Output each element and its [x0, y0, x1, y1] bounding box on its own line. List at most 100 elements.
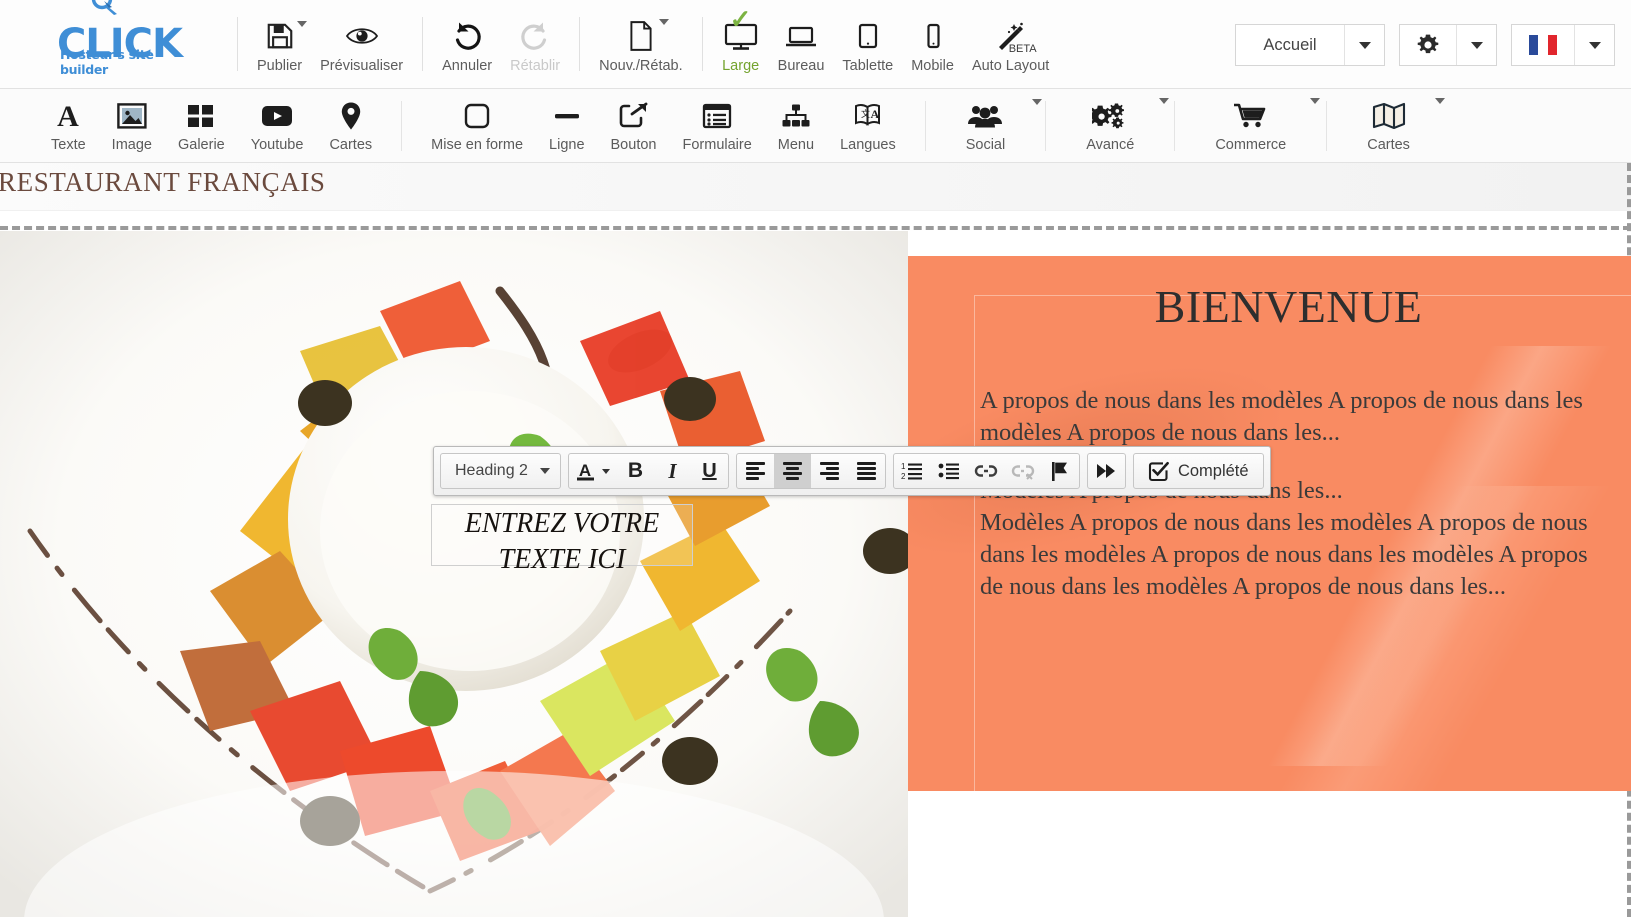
- alignment-group: [735, 453, 886, 489]
- more-options-button[interactable]: [1088, 454, 1125, 488]
- viewport-large-button[interactable]: ✓ Large: [713, 6, 769, 78]
- widget-social[interactable]: Social: [942, 98, 1043, 153]
- chevron-down-icon[interactable]: [1159, 97, 1170, 104]
- section-drop-guide-horizontal: [0, 226, 1631, 230]
- chevron-down-icon[interactable]: [1310, 97, 1321, 104]
- widget-image[interactable]: Image: [99, 99, 165, 153]
- language-control[interactable]: [1511, 24, 1615, 66]
- widget-galerie-label: Galerie: [177, 136, 225, 153]
- logo-tagline: Hosteur's site builder: [60, 47, 154, 77]
- undo-button[interactable]: Annuler: [433, 11, 501, 78]
- redo-arrow-icon: [518, 17, 552, 55]
- flag-fr-icon[interactable]: [1512, 25, 1574, 65]
- align-right-button[interactable]: [811, 454, 848, 488]
- widget-avance-label: Avancé: [1086, 136, 1135, 153]
- image-icon: [117, 99, 147, 133]
- align-center-icon: [782, 462, 802, 480]
- viewport-large-label: Large: [722, 57, 760, 74]
- viewport-mobile-button[interactable]: Mobile: [902, 11, 963, 78]
- settings-dropdown-button[interactable]: [1456, 25, 1496, 65]
- map-pin-icon: [340, 99, 362, 133]
- settings-control[interactable]: [1399, 24, 1497, 66]
- widget-ligne-label: Ligne: [549, 136, 585, 153]
- svg-text:A: A: [870, 107, 879, 121]
- widget-ligne[interactable]: Ligne: [536, 99, 597, 153]
- bullet-list-button[interactable]: [931, 454, 968, 488]
- widget-toolbar-divider: [1174, 100, 1176, 151]
- rounded-square-icon: [463, 99, 491, 133]
- widget-youtube-label: Youtube: [250, 136, 304, 153]
- more-options-group: [1086, 453, 1126, 489]
- viewport-tablet-button[interactable]: Tablette: [833, 11, 902, 78]
- preview-button[interactable]: Prévisualiser: [311, 11, 412, 78]
- tablet-icon: [855, 17, 881, 55]
- paragraph-style-select[interactable]: Heading 2: [441, 454, 560, 488]
- chevron-down-icon: [1470, 41, 1483, 49]
- chevron-down-icon: [1588, 41, 1601, 49]
- toolbar-divider: [237, 17, 238, 71]
- widget-texte[interactable]: A Texte: [38, 99, 99, 153]
- widget-avance[interactable]: Avancé: [1062, 97, 1170, 153]
- page-selector[interactable]: Accueil: [1235, 24, 1385, 66]
- underline-button[interactable]: U: [691, 454, 728, 488]
- widget-commerce[interactable]: Commerce: [1191, 97, 1321, 153]
- widget-mise-en-forme[interactable]: Mise en forme: [418, 99, 536, 153]
- anchor-button[interactable]: [1042, 454, 1079, 488]
- new-restore-button[interactable]: Nouv./Rétab.: [590, 11, 692, 78]
- redo-button[interactable]: Rétablir: [501, 11, 569, 78]
- align-center-button[interactable]: [773, 454, 811, 488]
- widget-langues[interactable]: 文 A Langues: [827, 99, 909, 153]
- site-title[interactable]: RESTAURANT FRANÇAIS: [0, 167, 326, 198]
- editable-heading-box[interactable]: ENTREZ VOTRE TEXTE ICI: [431, 504, 693, 575]
- chevron-down-icon[interactable]: [1434, 97, 1445, 104]
- widget-cartes-pin[interactable]: Cartes: [316, 99, 385, 153]
- gear-icon[interactable]: [1400, 25, 1456, 65]
- about-paragraph-1: A propos de nous dans les modèles A prop…: [980, 387, 1583, 447]
- welcome-heading[interactable]: BIENVENUE: [974, 280, 1603, 333]
- auto-layout-button[interactable]: BETA Auto Layout: [963, 11, 1058, 78]
- bold-label: B: [627, 459, 644, 482]
- toolbar-divider: [422, 17, 424, 71]
- undo-arrow-icon: [450, 17, 484, 55]
- publish-label: Publier: [257, 57, 303, 74]
- widget-bouton[interactable]: Bouton: [598, 99, 670, 153]
- hero-image[interactable]: [0, 231, 908, 917]
- ordered-list-button[interactable]: 1 2: [894, 454, 931, 488]
- language-dropdown-button[interactable]: [1574, 25, 1614, 65]
- more-chevrons-icon: [1097, 464, 1116, 478]
- viewport-desktop-button[interactable]: Bureau: [769, 11, 834, 78]
- insert-link-button[interactable]: [968, 454, 1005, 488]
- italic-button[interactable]: I: [654, 454, 691, 488]
- font-color-button[interactable]: A: [569, 454, 617, 488]
- complete-label: Complété: [1177, 461, 1249, 480]
- about-paragraph-3: Modèles A propos de nous dans les modèle…: [980, 509, 1588, 601]
- align-left-button[interactable]: [737, 454, 774, 488]
- chevron-down-icon[interactable]: [296, 20, 307, 27]
- page-canvas[interactable]: RESTAURANT FRANÇAIS BIENVENUE A propos d…: [0, 163, 1631, 917]
- welcome-panel[interactable]: BIENVENUE A propos de nous dans les modè…: [908, 256, 1631, 791]
- publish-button[interactable]: Publier: [248, 11, 311, 78]
- widget-menu[interactable]: Menu: [765, 99, 827, 153]
- svg-text:A: A: [579, 461, 591, 480]
- chevron-down-icon[interactable]: [1032, 98, 1043, 105]
- chevron-down-icon[interactable]: [658, 18, 669, 25]
- app-logo[interactable]: CLICK Hosteur's site builder: [42, 0, 197, 79]
- widget-galerie[interactable]: Galerie: [165, 99, 238, 153]
- folded-map-icon: [1372, 97, 1445, 133]
- widget-youtube[interactable]: Youtube: [238, 99, 317, 153]
- complete-button[interactable]: Complété: [1132, 453, 1264, 489]
- widget-cartes-map[interactable]: Cartes: [1343, 97, 1445, 153]
- page-icon: [627, 17, 669, 55]
- viewport-mobile-label: Mobile: [911, 57, 954, 74]
- page-selector-dropdown-button[interactable]: [1344, 25, 1384, 65]
- people-group-icon: [967, 98, 1043, 133]
- button-share-icon: [619, 99, 649, 133]
- bold-button[interactable]: B: [617, 454, 654, 488]
- remove-link-button[interactable]: [1005, 454, 1042, 488]
- main-toolbar: CLICK Hosteur's site builder Publier Pré…: [0, 0, 1631, 89]
- paragraph-style-group[interactable]: Heading 2: [440, 453, 561, 489]
- svg-text:文: 文: [861, 108, 870, 119]
- align-justify-button[interactable]: [848, 454, 885, 488]
- widget-formulaire[interactable]: Formulaire: [669, 99, 764, 153]
- widget-toolbar-divider: [1326, 100, 1328, 151]
